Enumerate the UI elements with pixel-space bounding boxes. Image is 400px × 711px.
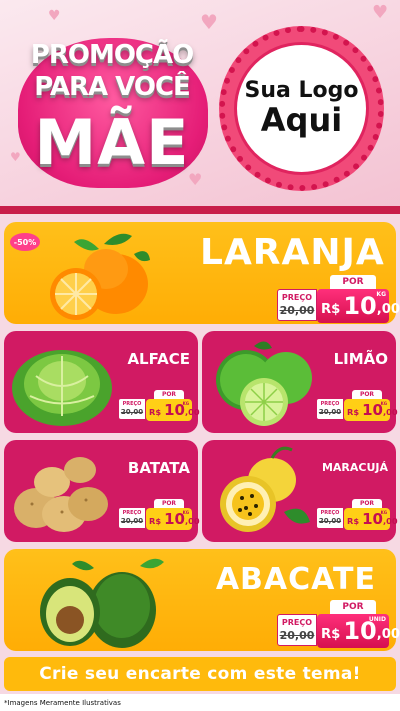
- new-price-group: POR R$ 10 ,00 KG: [146, 390, 200, 421]
- old-price-tag: PREÇO 20,00: [277, 289, 317, 321]
- heart-decoration-icon: ♥: [372, 2, 389, 23]
- product-name-abacate: ABACATE: [215, 562, 376, 597]
- product-name-maracuja: MARACUJÁ: [321, 461, 388, 474]
- old-price-label: PREÇO: [320, 401, 340, 407]
- old-price-tag: PREÇO 20,00: [316, 398, 344, 420]
- price-unit: KG: [380, 401, 387, 406]
- price-box-batata: PREÇO 20,00 POR R$ 10 ,00 KG: [118, 499, 200, 530]
- price-box-alface: PREÇO 20,00 POR R$ 10 ,00 KG: [118, 390, 200, 421]
- new-price-value: R$ 10 ,00 KG: [317, 289, 400, 323]
- new-price-group: POR R$ 10 ,00 KG: [344, 499, 398, 530]
- por-label: POR: [330, 275, 376, 289]
- currency: R$: [321, 301, 341, 317]
- currency: R$: [347, 406, 360, 417]
- header-divider: [0, 206, 400, 214]
- price-box-maracuja: PREÇO 20,00 POR R$ 10 ,00 KG: [316, 499, 398, 530]
- price-box-abacate: PREÇO 20,00 POR R$ 10 ,00 UNID: [277, 600, 400, 648]
- old-price-tag: PREÇO 20,00: [316, 507, 344, 529]
- old-price-value: 20,00: [279, 304, 315, 317]
- title-line-2: PARA VOCÊ: [34, 72, 191, 102]
- por-label: POR: [352, 499, 382, 508]
- old-price-label: PREÇO: [281, 293, 313, 302]
- por-label: POR: [154, 499, 184, 508]
- old-price-label: PREÇO: [281, 618, 313, 627]
- product-name-alface: ALFACE: [127, 350, 190, 368]
- currency: R$: [321, 626, 341, 642]
- lettuce-icon: [12, 350, 112, 426]
- new-price-group: POR R$ 10 ,00 KG: [146, 499, 200, 530]
- old-price-tag: PREÇO 20,00: [118, 507, 146, 529]
- old-price-value: 20,00: [120, 408, 144, 416]
- avocado-icon: [40, 558, 164, 648]
- logo-placeholder[interactable]: Sua Logo Aqui: [234, 42, 369, 175]
- price-box-limao: PREÇO 20,00 POR R$ 10 ,00 KG: [316, 390, 398, 421]
- new-price-group: POR R$ 10 ,00 KG: [344, 390, 398, 421]
- orange-icon: [50, 233, 150, 320]
- price-unit: KG: [376, 291, 386, 298]
- new-price-value: R$ 10 ,00 UNID: [317, 614, 400, 648]
- logo-text-line-2: Aqui: [260, 101, 343, 139]
- discount-badge: -50%: [10, 233, 40, 251]
- product-name-limao: LIMÃO: [333, 350, 388, 368]
- price-cents: ,00: [376, 301, 400, 317]
- old-price-tag: PREÇO 20,00: [277, 614, 317, 646]
- price-cents: ,00: [382, 515, 398, 526]
- price-unit: KG: [182, 401, 189, 406]
- new-price-group: POR R$ 10 ,00 UNID: [317, 600, 400, 648]
- cta-banner[interactable]: Crie seu encarte com este tema!: [4, 657, 396, 691]
- por-label: POR: [352, 390, 382, 399]
- title-line-3: MÃE: [34, 106, 190, 179]
- new-price-value: R$ 10 ,00 KG: [146, 508, 200, 530]
- heart-decoration-icon: ♥: [200, 10, 218, 34]
- price-unit: KG: [380, 510, 387, 515]
- title-line-1: PROMOÇÃO: [30, 40, 194, 70]
- currency: R$: [149, 406, 162, 417]
- price-integer: 10: [343, 292, 377, 320]
- old-price-label: PREÇO: [122, 510, 142, 516]
- new-price-group: POR R$ 10 ,00 KG: [317, 275, 400, 323]
- lime-icon: [216, 341, 312, 426]
- price-unit: KG: [182, 510, 189, 515]
- price-cents: ,00: [376, 626, 400, 642]
- new-price-value: R$ 10 ,00 KG: [344, 399, 398, 421]
- footer-disclaimer: *Imagens Meramente Ilustrativas: [0, 694, 400, 711]
- currency: R$: [149, 515, 162, 526]
- price-box-laranja: PREÇO 20,00 POR R$ 10 ,00 KG: [277, 275, 400, 323]
- new-price-value: R$ 10 ,00 KG: [146, 399, 200, 421]
- old-price-value: 20,00: [120, 517, 144, 525]
- potato-icon: [14, 457, 108, 532]
- product-name-batata: BATATA: [127, 459, 190, 477]
- heart-decoration-icon: ♥: [48, 8, 61, 24]
- por-label: POR: [154, 390, 184, 399]
- passion-fruit-icon: [220, 446, 310, 532]
- old-price-tag: PREÇO 20,00: [118, 398, 146, 420]
- logo-text-line-1: Sua Logo: [244, 77, 359, 103]
- price-unit: UNID: [368, 616, 386, 623]
- price-cents: ,00: [184, 515, 200, 526]
- price-cents: ,00: [184, 406, 200, 417]
- product-name-laranja: LARANJA: [200, 232, 385, 273]
- old-price-value: 20,00: [318, 517, 342, 525]
- old-price-label: PREÇO: [122, 401, 142, 407]
- price-cents: ,00: [382, 406, 398, 417]
- new-price-value: R$ 10 ,00 KG: [344, 508, 398, 530]
- por-label: POR: [330, 600, 376, 614]
- old-price-value: 20,00: [279, 629, 315, 642]
- currency: R$: [347, 515, 360, 526]
- old-price-label: PREÇO: [320, 510, 340, 516]
- old-price-value: 20,00: [318, 408, 342, 416]
- promo-title: PROMOÇÃO PARA VOCÊ MÃE: [12, 34, 212, 204]
- header-banner: ♥ ♥ ♥ ♥ ♥ PROMOÇÃO PARA VOCÊ MÃE Sua Log…: [0, 0, 400, 212]
